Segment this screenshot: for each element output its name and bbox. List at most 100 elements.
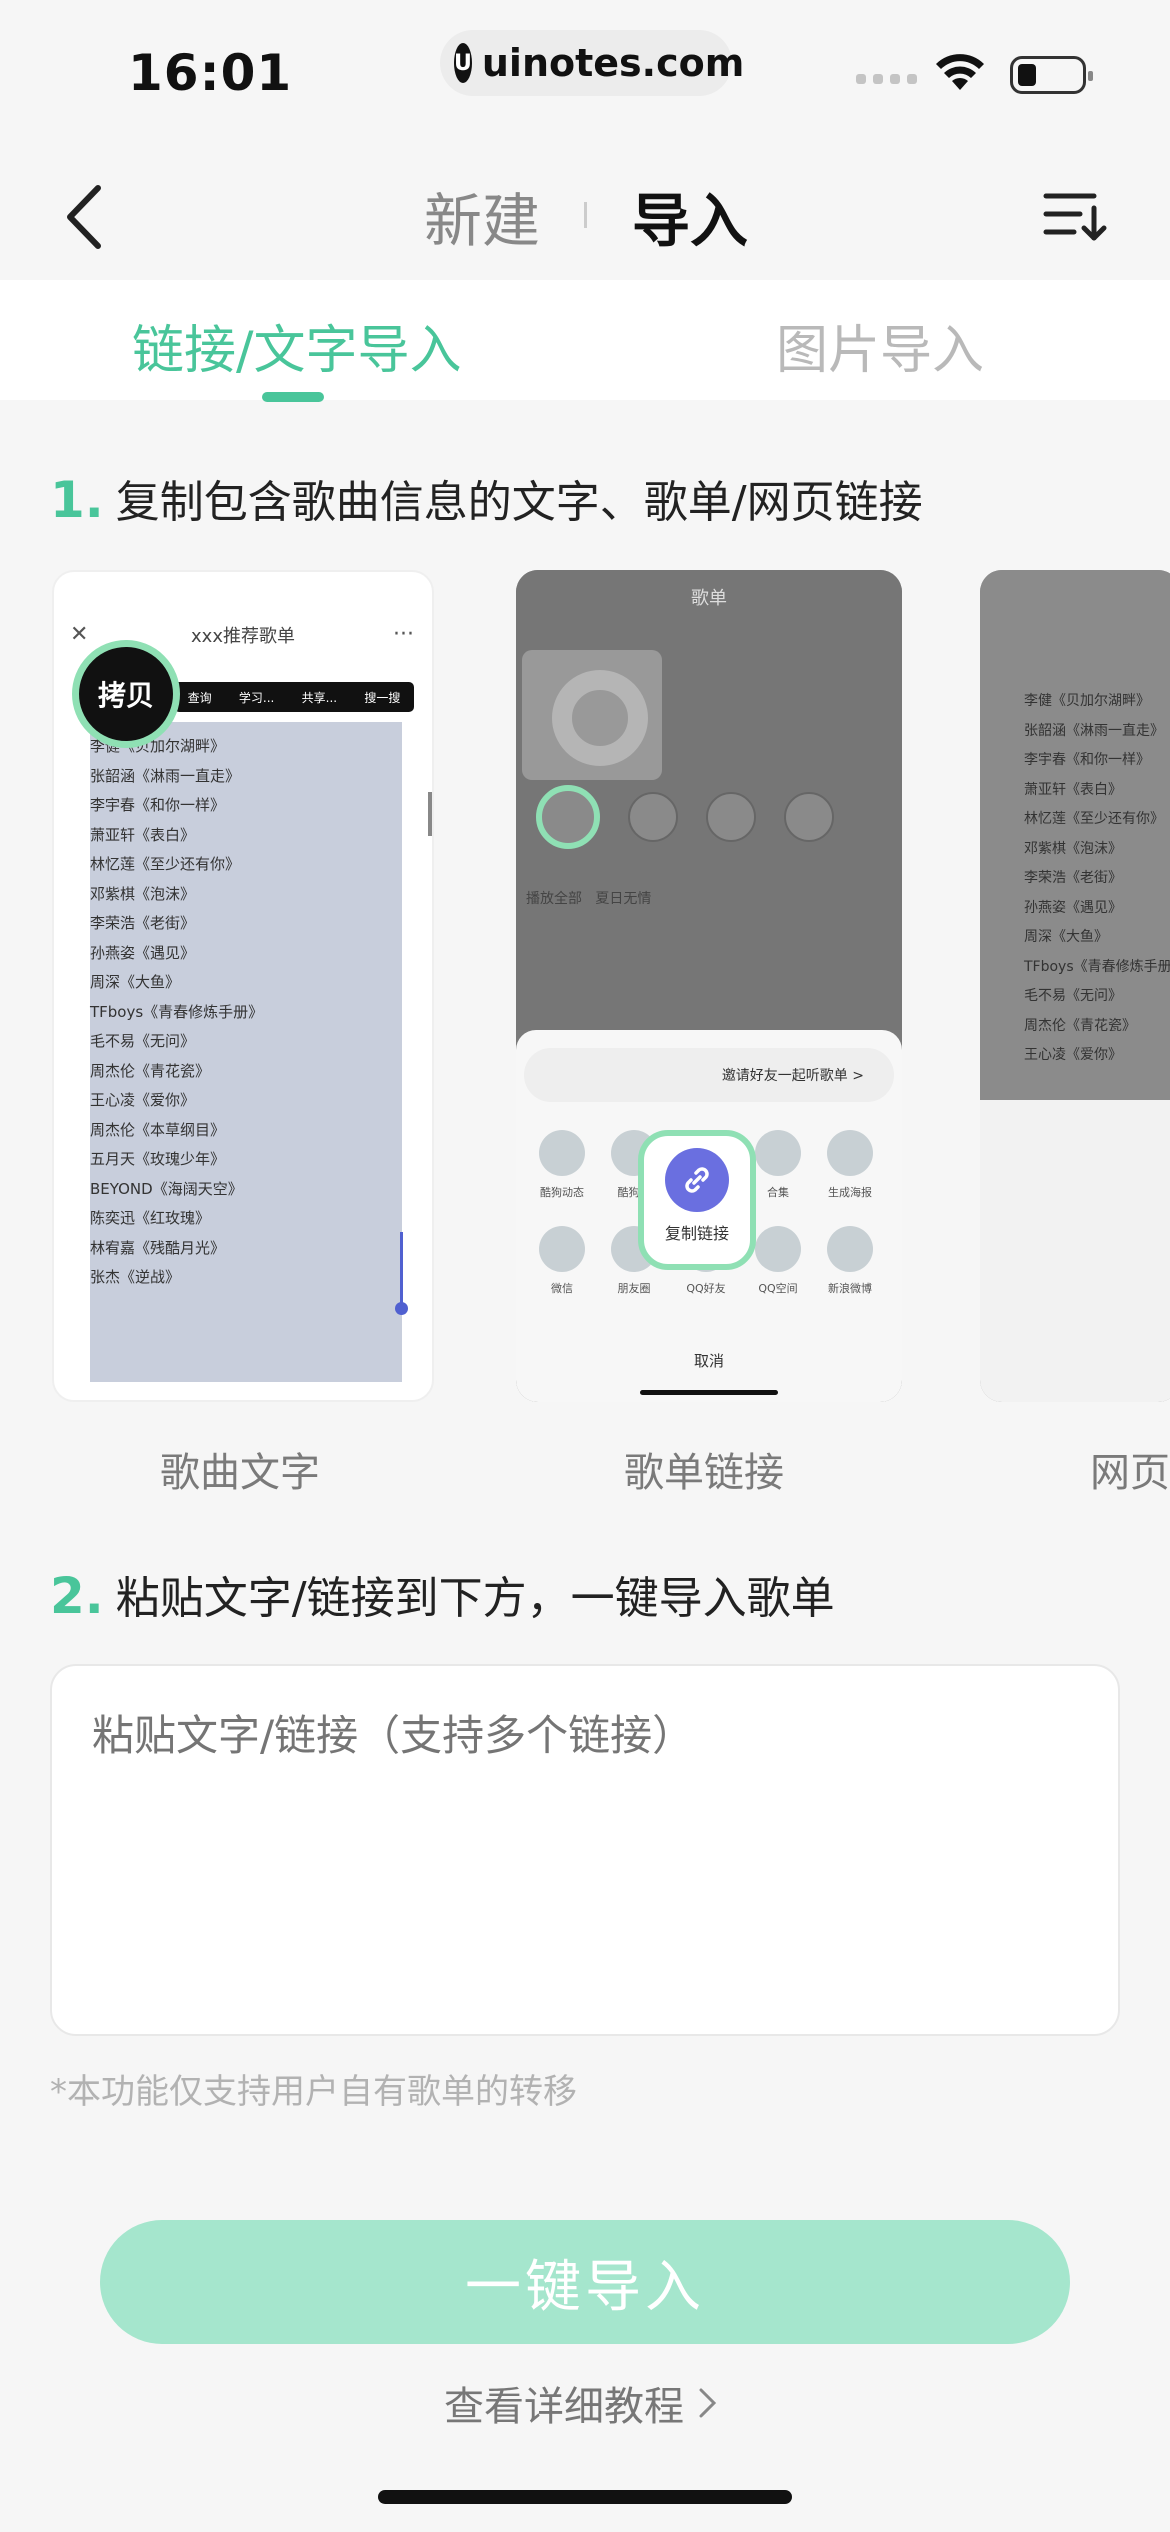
example-b-action-icons <box>516 785 902 849</box>
list-item: 王心凌《爱你》 <box>1024 1047 1122 1063</box>
list-item: 周深《大鱼》 <box>1024 929 1108 945</box>
example-b-title: 歌单 <box>691 588 727 609</box>
share-item: 新浪微博 <box>814 1226 886 1296</box>
list-item: 孙燕姿《遇见》 <box>1024 899 1122 916</box>
list-item: 林宥嘉《残酷月光》 <box>90 1238 226 1257</box>
cancel-label: 取消 <box>693 1352 724 1370</box>
heart-icon <box>784 792 834 842</box>
list-item: 周杰伦《本草纲目》 <box>90 1120 226 1139</box>
copy-link-label: 复制链接 <box>664 1224 729 1243</box>
back-icon[interactable] <box>56 182 116 252</box>
segment-divider <box>584 202 587 228</box>
list-item: 五月天《玫瑰少年》 <box>90 1150 226 1168</box>
menu-item: 查询 <box>187 690 212 705</box>
list-item: 张韶涵《淋雨一直走》 <box>90 766 241 785</box>
list-item: 周深《大鱼》 <box>90 973 181 991</box>
sort-list-icon[interactable] <box>1040 180 1110 250</box>
list-item: 周杰伦《青花瓷》 <box>1024 1017 1136 1034</box>
example-b-share-sheet: 邀请好友一起听歌单 > 酷狗动态 酷狗码 合集 生成海报 微信 朋友圈 QQ好友… <box>516 1030 902 1402</box>
step-1-title: 1. 复制包含歌曲信息的文字、歌单/网页链接 <box>50 466 923 530</box>
copy-highlight-bubble: 拷贝 <box>72 640 180 748</box>
example-song-text-card[interactable]: ✕ xxx推荐歌单 ··· 查询 学习... 共享... 搜一搜 李健《贝加尔湖… <box>52 570 434 1402</box>
example-c-share-sheet <box>980 1100 1170 1402</box>
link-icon <box>665 1148 729 1212</box>
battery-icon <box>1010 56 1093 94</box>
selection-handle-dot <box>395 1302 408 1315</box>
example-web-link-card[interactable]: 李健《贝加尔湖畔》 张韶涵《淋雨一直走》 李宇春《和你一样》 萧亚轩《表白》 林… <box>980 570 1170 1402</box>
segment-new[interactable]: 新建 <box>424 174 540 258</box>
step-2-number: 2. <box>50 1567 104 1625</box>
menu-item: 共享... <box>301 690 338 705</box>
play-all-label: 播放全部 <box>526 891 582 907</box>
example-c-caption: 网页 <box>1090 1450 1170 1496</box>
status-bar: 16:01 U uinotes.com <box>0 0 1170 140</box>
cellular-signal-icon <box>856 74 917 84</box>
import-tabs: 链接/文字导入 图片导入 <box>0 280 1170 402</box>
song-title: 夏日无情 <box>595 891 652 907</box>
example-a-song-list: 李健《贝加尔湖畔》 张韶涵《淋雨一直走》 李宇春《和你一样》 萧亚轩《表白》 林… <box>90 722 402 1382</box>
list-item: 李宇春《和你一样》 <box>1024 752 1150 768</box>
list-item: 李荣浩《老街》 <box>90 914 196 932</box>
url-text: uinotes.com <box>481 41 745 85</box>
chevron-right-icon <box>699 2388 717 2418</box>
example-c-song-list: 李健《贝加尔湖畔》 张韶涵《淋雨一直走》 李宇春《和你一样》 萧亚轩《表白》 林… <box>1024 690 1170 1074</box>
example-c-webpage: 李健《贝加尔湖畔》 张韶涵《淋雨一直走》 李宇春《和你一样》 萧亚轩《表白》 林… <box>980 570 1170 1100</box>
step-1-text: 复制包含歌曲信息的文字、歌单/网页链接 <box>115 477 923 528</box>
list-item: 陈奕迅《红玫瑰》 <box>90 1209 211 1227</box>
tutorial-link-label: 查看详细教程 <box>444 2384 684 2430</box>
list-item: 林忆莲《至少还有你》 <box>1024 811 1164 827</box>
share-icon <box>536 785 600 849</box>
example-playlist-link-card[interactable]: 歌单 播放全部 夏日无情 邀请好友一起听歌单 > 酷狗动态 酷狗码 合集 生成海… <box>516 570 902 1402</box>
download-icon <box>628 792 678 842</box>
tab-active-indicator <box>262 392 324 402</box>
list-item: 李健《贝加尔湖畔》 <box>1024 693 1150 709</box>
list-item: 毛不易《无问》 <box>90 1032 196 1050</box>
share-item: 酷狗动态 <box>526 1130 598 1200</box>
list-item: 王心凌《爱你》 <box>90 1091 196 1109</box>
menu-item: 学习... <box>238 690 275 705</box>
list-item: 张杰《逆战》 <box>90 1268 181 1286</box>
disclaimer-note: *本功能仅支持用户自有歌单的转移 <box>50 2072 577 2112</box>
list-item: 萧亚轩《表白》 <box>90 825 196 844</box>
example-b-play-all: 播放全部 夏日无情 <box>526 888 651 908</box>
disc-icon <box>552 670 648 766</box>
tab-image[interactable]: 图片导入 <box>776 308 984 383</box>
list-item: 李宇春《和你一样》 <box>90 796 226 814</box>
scroll-indicator <box>428 792 432 836</box>
step-2-title: 2. 粘贴文字/链接到下方，一键导入歌单 <box>50 1562 835 1626</box>
example-a-caption: 歌曲文字 <box>160 1450 320 1496</box>
tutorial-link[interactable]: 查看详细教程 <box>444 2374 720 2432</box>
more-icon: ··· <box>393 622 414 647</box>
home-indicator <box>378 2490 792 2504</box>
copy-link-highlight: 复制链接 <box>638 1130 756 1270</box>
step-2-text: 粘贴文字/链接到下方，一键导入歌单 <box>115 1573 835 1624</box>
selection-handle <box>400 1232 403 1304</box>
example-b-playlist-view: 歌单 播放全部 夏日无情 <box>516 570 902 1030</box>
share-item: 微信 <box>526 1226 598 1296</box>
url-pill[interactable]: U uinotes.com <box>440 30 744 96</box>
segment-import[interactable]: 导入 <box>632 174 748 258</box>
list-item: 邓紫棋《泡沫》 <box>1024 840 1122 857</box>
list-item: 毛不易《无问》 <box>1024 988 1122 1004</box>
status-time: 16:01 <box>128 44 293 102</box>
list-item: 萧亚轩《表白》 <box>1024 781 1122 798</box>
list-item: 张韶涵《淋雨一直走》 <box>1024 722 1164 739</box>
list-item: 邓紫棋《泡沫》 <box>90 884 196 903</box>
list-item: 孙燕姿《遇见》 <box>90 943 196 962</box>
share-item: 生成海报 <box>814 1130 886 1200</box>
paste-input[interactable] <box>50 1664 1120 2036</box>
example-b-caption: 歌单链接 <box>624 1450 784 1496</box>
site-logo-icon: U <box>454 43 472 83</box>
one-click-import-button[interactable]: 一键导入 <box>100 2220 1070 2344</box>
list-item: 周杰伦《青花瓷》 <box>90 1061 211 1080</box>
nav-bar: 新建 导入 <box>0 140 1170 280</box>
invite-banner: 邀请好友一起听歌单 > <box>524 1048 894 1102</box>
tab-link-text[interactable]: 链接/文字导入 <box>132 308 462 383</box>
list-item: 林忆莲《至少还有你》 <box>90 855 241 873</box>
list-item: TFboys《青春修炼手册》 <box>90 1002 264 1021</box>
list-item: TFboys《青春修炼手册》 <box>1024 958 1170 975</box>
list-item: 李荣浩《老街》 <box>1024 870 1122 886</box>
example-a-context-menu: 查询 学习... 共享... 搜一搜 <box>174 682 414 712</box>
comment-icon <box>706 792 756 842</box>
wifi-icon <box>936 54 984 90</box>
